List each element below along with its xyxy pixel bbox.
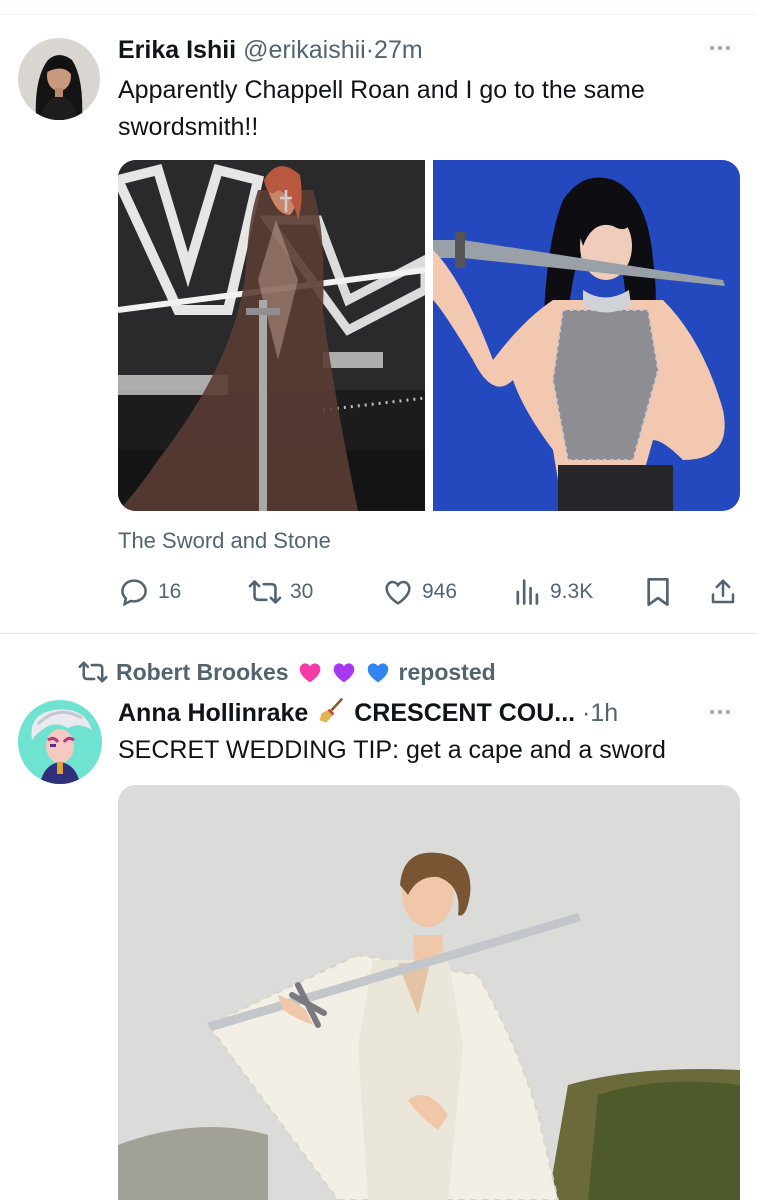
bookmark-button[interactable] (644, 574, 672, 610)
tweet2-media[interactable] (118, 785, 740, 1200)
tweet1-text-line1: Apparently Chappell Roan and I go to the… (118, 76, 645, 104)
tweet1-media-right[interactable] (433, 160, 740, 511)
tweet1-media-left[interactable] (118, 160, 425, 511)
tweet2-author-name[interactable]: Anna Hollinrake (118, 699, 308, 727)
tweet1-timestamp[interactable]: 27m (374, 36, 423, 64)
tweet1-header: Erika Ishii @erikaishii·27m (118, 35, 423, 65)
vma-photo-image (118, 160, 425, 511)
tweet2-more-button[interactable] (710, 710, 730, 714)
repost-count: 30 (290, 580, 314, 603)
erika-avatar-image (18, 38, 100, 120)
repost-banner[interactable]: Robert Brookes reposted (78, 656, 496, 688)
repost-icon (248, 580, 282, 604)
repost-banner-icon (78, 661, 108, 683)
reply-button[interactable]: 16 (118, 574, 181, 610)
like-button[interactable]: 946 (382, 574, 457, 610)
tweet1-author-handle[interactable]: @erikaishii (243, 36, 366, 64)
purple-heart-icon (333, 663, 354, 683)
tweet1-action-bar: 16 30 946 9.3K (118, 574, 740, 610)
chainmail-photo-image (433, 160, 740, 511)
tweet1-author-name[interactable]: Erika Ishii (118, 36, 236, 64)
tweet2-text: SECRET WEDDING TIP: get a cape and a swo… (118, 736, 666, 764)
views-icon (516, 579, 539, 605)
tweet-divider (0, 633, 757, 634)
more-dot-icon (718, 46, 722, 50)
top-divider (0, 14, 757, 15)
share-button[interactable] (708, 574, 738, 610)
more-dot-icon (718, 710, 722, 714)
tweet2-header: Anna Hollinrake CRESCENT COU... ·1h (118, 697, 618, 728)
tweet1-text-line2: swordsmith!! (118, 113, 259, 141)
views-count: 9.3K (550, 580, 594, 603)
tweet1-text: Apparently Chappell Roan and I go to the… (118, 72, 738, 146)
tweet2-timestamp[interactable]: 1h (590, 699, 618, 727)
views-button[interactable]: 9.3K (514, 574, 593, 610)
more-dot-icon (726, 46, 730, 50)
tweet1-card-caption[interactable]: The Sword and Stone (118, 528, 331, 554)
anna-avatar-image (18, 700, 102, 784)
broom-icon (319, 698, 344, 723)
blue-heart-icon (367, 663, 388, 683)
reply-count: 16 (158, 580, 182, 603)
like-count: 946 (422, 580, 458, 603)
reply-icon (121, 579, 147, 607)
more-dot-icon (710, 46, 714, 50)
tweet2-author-name-suffix[interactable]: CRESCENT COU... (354, 699, 575, 727)
share-icon (711, 579, 735, 604)
reposted-label: reposted (398, 658, 496, 685)
bookmark-icon (647, 578, 669, 606)
wedding-photo-image (118, 785, 740, 1200)
reposter-name[interactable]: Robert Brookes (116, 659, 289, 686)
erika-avatar[interactable] (18, 38, 100, 120)
repost-button[interactable]: 30 (248, 574, 313, 610)
tweet1-more-button[interactable] (710, 46, 730, 50)
tweet1-separator-dot: · (365, 36, 375, 64)
anna-avatar[interactable] (18, 700, 102, 784)
more-dot-icon (726, 710, 730, 714)
heart-icon (385, 580, 411, 605)
pink-heart-icon (299, 663, 320, 683)
more-dot-icon (710, 710, 714, 714)
